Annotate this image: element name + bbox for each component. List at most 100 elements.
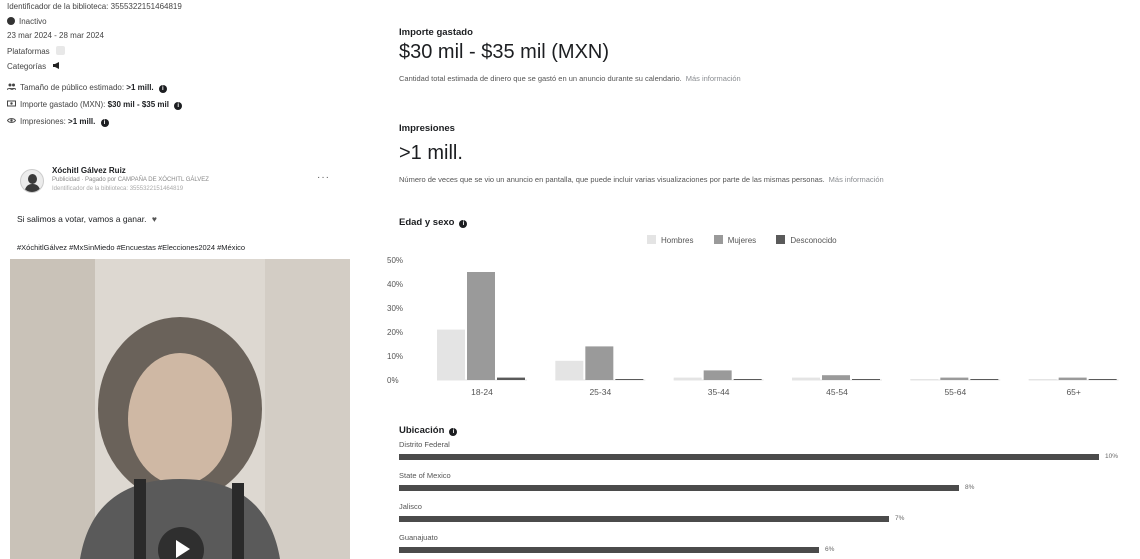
- audience-row: Tamaño de público estimado: >1 mill. i: [6, 82, 167, 93]
- bar-hombres-55-64[interactable]: [910, 379, 939, 380]
- bar-desconocido-25-34[interactable]: [615, 379, 644, 380]
- paid-by: Publicidad · Pagado por CAMPAÑA DE XÓCHI…: [52, 177, 209, 183]
- legend-swatch: [713, 235, 723, 244]
- bar-mujeres-25-34[interactable]: [585, 346, 614, 380]
- post-body: Si salimos a votar, vamos a ganar.: [17, 214, 149, 224]
- x-tick-label: 65+: [1066, 387, 1080, 397]
- spend-description-text: Cantidad total estimada de dinero que se…: [399, 74, 682, 83]
- platforms-label: Plataformas: [7, 47, 50, 56]
- video-thumbnail: [10, 259, 350, 559]
- people-icon: [6, 82, 17, 91]
- x-tick-label: 55-64: [944, 387, 966, 397]
- info-icon[interactable]: i: [459, 220, 468, 228]
- advertiser-library-id: Identificador de la biblioteca: 35553221…: [52, 186, 184, 192]
- spend-value-large: $30 mil - $35 mil (MXN): [399, 41, 610, 63]
- run-dates: 23 mar 2024 - 28 mar 2024: [7, 31, 104, 40]
- location-label: Jalisco: [399, 502, 422, 511]
- categories-row: Categorías: [7, 61, 65, 72]
- impressions-description: Número de veces que se vio un anuncio en…: [399, 175, 884, 184]
- location-percent: 8%: [965, 484, 975, 491]
- spend-more-info-link[interactable]: Más información: [686, 74, 741, 83]
- location-percent: 10%: [1105, 453, 1119, 460]
- spend-description: Cantidad total estimada de dinero que se…: [399, 74, 741, 83]
- spend-row: Importe gastado (MXN): $30 mil - $35 mil…: [7, 99, 183, 110]
- impressions-value: >1 mill.: [68, 117, 96, 126]
- bar-desconocido-35-44[interactable]: [733, 379, 762, 380]
- impressions-row: Impresiones: >1 mill. i: [6, 116, 109, 127]
- platform-icon: [55, 46, 65, 55]
- info-icon[interactable]: i: [449, 428, 458, 436]
- audience-label: Tamaño de público estimado:: [20, 83, 125, 92]
- legend-swatch: [647, 235, 656, 244]
- advertiser-name[interactable]: Xóchitl Gálvez Ruiz: [52, 166, 126, 175]
- info-icon[interactable]: i: [174, 102, 183, 110]
- bar-hombres-65+[interactable]: [1028, 379, 1057, 380]
- legend-label: Mujeres: [727, 236, 757, 245]
- legend-swatch: [776, 235, 786, 244]
- spend-title: Importe gastado: [399, 27, 473, 38]
- heart-icon: ♥: [151, 214, 157, 224]
- spend-label: Importe gastado (MXN):: [20, 100, 106, 109]
- age-gender-chart: 50% 40% 30% 20% 10% 0% 18-24 25-34 35-44 45-54 55-…: [387, 256, 1119, 397]
- legend-label: Hombres: [661, 236, 694, 245]
- library-id: Identificador de la biblioteca: 35553221…: [7, 2, 182, 11]
- location-bar: [399, 547, 819, 553]
- money-icon: [7, 99, 16, 108]
- megaphone-icon: [52, 61, 61, 70]
- y-tick-label: 50%: [387, 256, 403, 265]
- legend-desconocido[interactable]: Desconocido: [776, 235, 837, 245]
- legend-hombres[interactable]: Hombres: [647, 235, 694, 245]
- legend-label: Desconocido: [790, 236, 837, 245]
- location-list: Distrito Federal 10% State of Mexico 8% Jali…: [399, 440, 1139, 559]
- status-text: Inactivo: [19, 17, 47, 26]
- x-tick-label: 35-44: [708, 387, 730, 397]
- video-player[interactable]: [10, 259, 350, 559]
- bar-hombres-18-24[interactable]: [437, 329, 465, 380]
- bar-hombres-25-34[interactable]: [555, 360, 584, 380]
- bar-desconocido-65+[interactable]: [1088, 379, 1117, 380]
- x-tick-label: 18-24: [471, 387, 493, 397]
- y-tick-label: 30%: [387, 304, 403, 313]
- post-text: Si salimos a votar, vamos a ganar. ♥: [17, 214, 157, 224]
- x-tick-label: 45-54: [826, 387, 848, 397]
- location-bar: [399, 516, 889, 522]
- legend-mujeres[interactable]: Mujeres: [713, 235, 757, 245]
- y-tick-label: 20%: [387, 328, 403, 337]
- y-tick-label: 0%: [387, 376, 399, 385]
- impressions-label: Impresiones:: [20, 117, 66, 126]
- bar-mujeres-45-54[interactable]: [822, 375, 850, 380]
- eye-icon: [6, 116, 17, 125]
- inactive-icon: [7, 17, 15, 25]
- info-icon[interactable]: i: [158, 85, 167, 93]
- categories-label: Categorías: [7, 62, 47, 71]
- more-options-button[interactable]: ···: [317, 172, 330, 183]
- bar-desconocido-55-64[interactable]: [970, 379, 999, 380]
- bar-mujeres-35-44[interactable]: [703, 370, 732, 380]
- bar-desconocido-45-54[interactable]: [852, 379, 880, 380]
- audience-value: >1 mill.: [126, 83, 154, 92]
- impressions-more-info-link[interactable]: Más información: [829, 175, 884, 184]
- ad-insights-panel: Importe gastado $30 mil - $35 mil (MXN) …: [385, 0, 1140, 559]
- ad-details-panel: Identificador de la biblioteca: 35553221…: [6, 0, 357, 559]
- bar-hombres-35-44[interactable]: [673, 377, 702, 380]
- post-hashtags: #XóchitlGálvez #MxSinMiedo #Encuestas #E…: [17, 243, 246, 252]
- location-title-text: Ubicación: [399, 425, 445, 436]
- bar-mujeres-55-64[interactable]: [940, 377, 969, 380]
- avatar[interactable]: [20, 169, 44, 193]
- age-gender-title: Edad y sexo i: [399, 217, 468, 228]
- bar-mujeres-18-24[interactable]: [467, 272, 495, 380]
- location-label: Distrito Federal: [399, 440, 450, 449]
- spend-value: $30 mil - $35 mil: [107, 100, 169, 109]
- impressions-title: Impresiones: [399, 123, 455, 134]
- age-gender-title-text: Edad y sexo: [399, 217, 455, 228]
- location-label: State of Mexico: [399, 471, 451, 480]
- bar-mujeres-65+[interactable]: [1058, 377, 1087, 380]
- impressions-value-large: >1 mill.: [399, 142, 463, 164]
- info-icon[interactable]: i: [100, 119, 109, 127]
- bar-hombres-45-54[interactable]: [792, 377, 820, 380]
- location-percent: 6%: [825, 546, 835, 553]
- bar-desconocido-18-24[interactable]: [497, 377, 525, 380]
- advertiser-header: Xóchitl Gálvez Ruiz Publicidad · Pagado …: [20, 166, 330, 200]
- impressions-description-text: Número de veces que se vio un anuncio en…: [399, 175, 825, 184]
- location-percent: 7%: [895, 515, 905, 522]
